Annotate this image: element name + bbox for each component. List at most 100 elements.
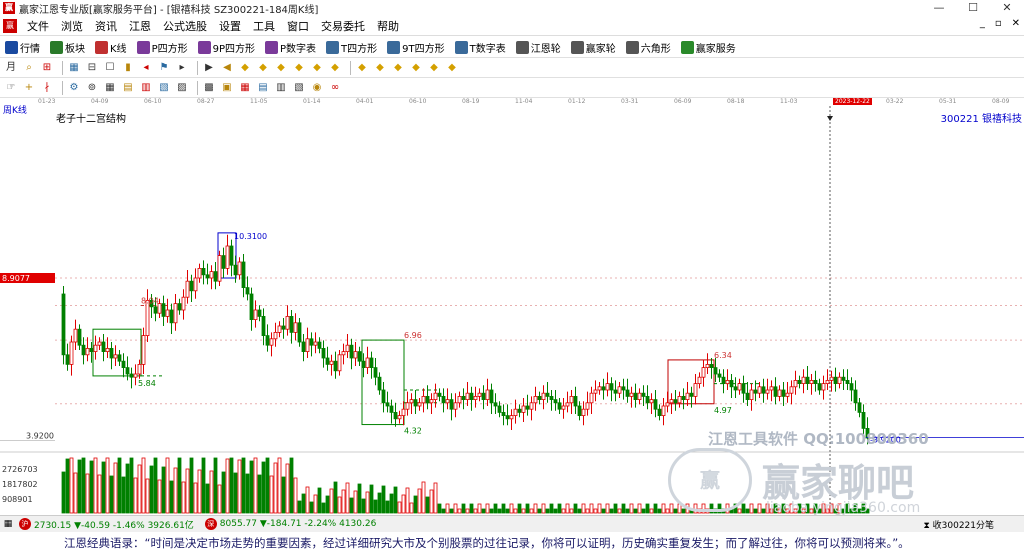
- square-9p-icon: [197, 40, 211, 54]
- volume-bar: [457, 508, 462, 514]
- draw-tool-icon[interactable]: ◆: [391, 61, 405, 75]
- menu-file[interactable]: 文件: [21, 18, 55, 34]
- draw-tool-icon[interactable]: ◆: [355, 61, 369, 75]
- candle-body: [385, 402, 390, 407]
- util-tool-icon[interactable]: ▤: [121, 81, 135, 95]
- draw-tool-icon[interactable]: ◆: [427, 61, 441, 75]
- toolbar-button-1[interactable]: 板块: [45, 38, 90, 56]
- candle-body: [709, 363, 714, 368]
- util-tool-icon[interactable]: ▧: [157, 81, 171, 95]
- menu-browse[interactable]: 浏览: [55, 18, 89, 34]
- kline-icon: [95, 40, 108, 54]
- menu-formula[interactable]: 公式选股: [157, 18, 213, 34]
- index-sz[interactable]: 深 8055.77 ▼-184.71 -2.24% 4130.26: [202, 518, 376, 530]
- draw-tool-icon[interactable]: ◆: [310, 61, 324, 75]
- toolbar-button-0[interactable]: 行情: [0, 38, 45, 56]
- util-tool-icon[interactable]: ∞: [328, 81, 342, 95]
- util-tool-icon[interactable]: ⚙: [67, 81, 81, 95]
- draw-tool-icon[interactable]: ◆: [409, 61, 423, 75]
- util-tool-icon[interactable]: ▧: [292, 81, 306, 95]
- util-tool-icon[interactable]: ▩: [202, 81, 216, 95]
- draw-tool-icon[interactable]: ▸: [175, 61, 189, 75]
- draw-tool-icon[interactable]: ◆: [238, 61, 252, 75]
- draw-tool-icon[interactable]: ◆: [328, 61, 342, 75]
- toolbar-button-10[interactable]: 赢家轮: [566, 38, 621, 56]
- util-tool-icon[interactable]: +: [22, 81, 36, 95]
- toolbar-button-8[interactable]: T数字表: [450, 38, 511, 56]
- volume-bar: [485, 503, 490, 514]
- candle-body: [353, 351, 358, 359]
- toolbar-button-2[interactable]: K线: [90, 38, 132, 56]
- draw-tool-icon[interactable]: ◆: [292, 61, 306, 75]
- toolbar-button-9[interactable]: 江恩轮: [511, 38, 566, 56]
- draw-tool-icon[interactable]: ▦: [67, 61, 81, 75]
- util-tool-icon[interactable]: ▥: [274, 81, 288, 95]
- candle-body: [409, 399, 414, 404]
- volume-bar: [177, 457, 182, 514]
- util-tool-icon[interactable]: ☞: [4, 81, 18, 95]
- menu-window[interactable]: 窗口: [281, 18, 315, 34]
- volume-bar: [585, 508, 590, 514]
- grid-icon[interactable]: ▦: [0, 519, 16, 529]
- draw-tool-icon[interactable]: ▶: [202, 61, 216, 75]
- draw-tool-icon[interactable]: ⚑: [157, 61, 171, 75]
- menu-info[interactable]: 资讯: [89, 18, 123, 34]
- volume-bar: [153, 457, 158, 514]
- close-button[interactable]: ✕: [990, 0, 1024, 16]
- mdi-restore-button[interactable]: ▫: [995, 18, 1002, 29]
- draw-tool-icon[interactable]: ◆: [256, 61, 270, 75]
- draw-tool-icon[interactable]: ◆: [274, 61, 288, 75]
- util-tool-icon[interactable]: ▤: [256, 81, 270, 95]
- candle-body: [761, 386, 766, 394]
- util-tool-icon[interactable]: ▣: [220, 81, 234, 95]
- square-9t-icon: [387, 40, 401, 54]
- draw-tool-icon[interactable]: ⊟: [85, 61, 99, 75]
- toolbar-button-6[interactable]: T四方形: [321, 38, 382, 56]
- mdi-close-button[interactable]: ✕: [1012, 18, 1020, 29]
- util-tool-icon[interactable]: ∤: [40, 81, 54, 95]
- draw-tool-icon[interactable]: ◆: [445, 61, 459, 75]
- toolbar-button-11[interactable]: 六角形: [621, 38, 676, 56]
- candle-body: [217, 255, 222, 282]
- draw-tool-icon[interactable]: ☐: [103, 61, 117, 75]
- menu-trade[interactable]: 交易委托: [315, 18, 371, 34]
- util-tool-icon[interactable]: ▦: [103, 81, 117, 95]
- candle-body: [229, 245, 234, 266]
- candle-body: [773, 386, 778, 397]
- menu-help[interactable]: 帮助: [371, 18, 405, 34]
- toolbar-label: P数字表: [280, 43, 317, 55]
- draw-tool-icon[interactable]: ⌕: [22, 61, 36, 75]
- draw-tool-icon[interactable]: 月: [4, 61, 18, 75]
- maximize-button[interactable]: ☐: [956, 0, 990, 16]
- menu-jiang-en[interactable]: 江恩: [123, 18, 157, 34]
- toolbar-label: 江恩轮: [530, 43, 561, 55]
- draw-tool-icon[interactable]: ◀: [220, 61, 234, 75]
- util-tool-icon[interactable]: ▨: [175, 81, 189, 95]
- util-tool-icon[interactable]: ◉: [310, 81, 324, 95]
- draw-tool-icon[interactable]: ◂: [139, 61, 153, 75]
- drawing-toolbar: 月 ⌕ ⊞ ▦ ⊟ ☐ ▮ ◂ ⚑ ▸ ▶ ◀ ◆ ◆ ◆ ◆ ◆ ◆ ◆ ◆ ◆ ◆ ◆ ◆: [0, 58, 1024, 78]
- util-tool-icon[interactable]: ▥: [139, 81, 153, 95]
- toolbar-button-7[interactable]: 9T四方形: [382, 38, 449, 56]
- candle-body: [749, 389, 754, 401]
- toolbar-button-12[interactable]: 赢家服务: [676, 38, 741, 56]
- minimize-button[interactable]: —: [922, 0, 956, 16]
- util-tool-icon[interactable]: ▦: [238, 81, 252, 95]
- volume-bar: [517, 503, 522, 514]
- mdi-minimize-button[interactable]: _: [980, 18, 985, 29]
- volume-bar: [637, 503, 642, 514]
- toolbar-button-3[interactable]: P四方形: [132, 38, 193, 56]
- time-tick: 08-27: [197, 98, 215, 105]
- candle-body: [789, 386, 794, 394]
- util-tool-icon[interactable]: ⊚: [85, 81, 99, 95]
- candle-body: [61, 293, 66, 356]
- toolbar-button-4[interactable]: 9P四方形: [193, 38, 260, 56]
- toolbar-button-5[interactable]: P数字表: [260, 38, 321, 56]
- draw-tool-icon[interactable]: ◆: [373, 61, 387, 75]
- draw-tool-icon[interactable]: ▮: [121, 61, 135, 75]
- menu-tools[interactable]: 工具: [247, 18, 281, 34]
- index-sh[interactable]: 沪 2730.15 ▼-40.59 -1.46% 3926.61亿: [16, 518, 194, 531]
- menu-settings[interactable]: 设置: [213, 18, 247, 34]
- draw-tool-icon[interactable]: ⊞: [40, 61, 54, 75]
- candle-body: [469, 392, 474, 401]
